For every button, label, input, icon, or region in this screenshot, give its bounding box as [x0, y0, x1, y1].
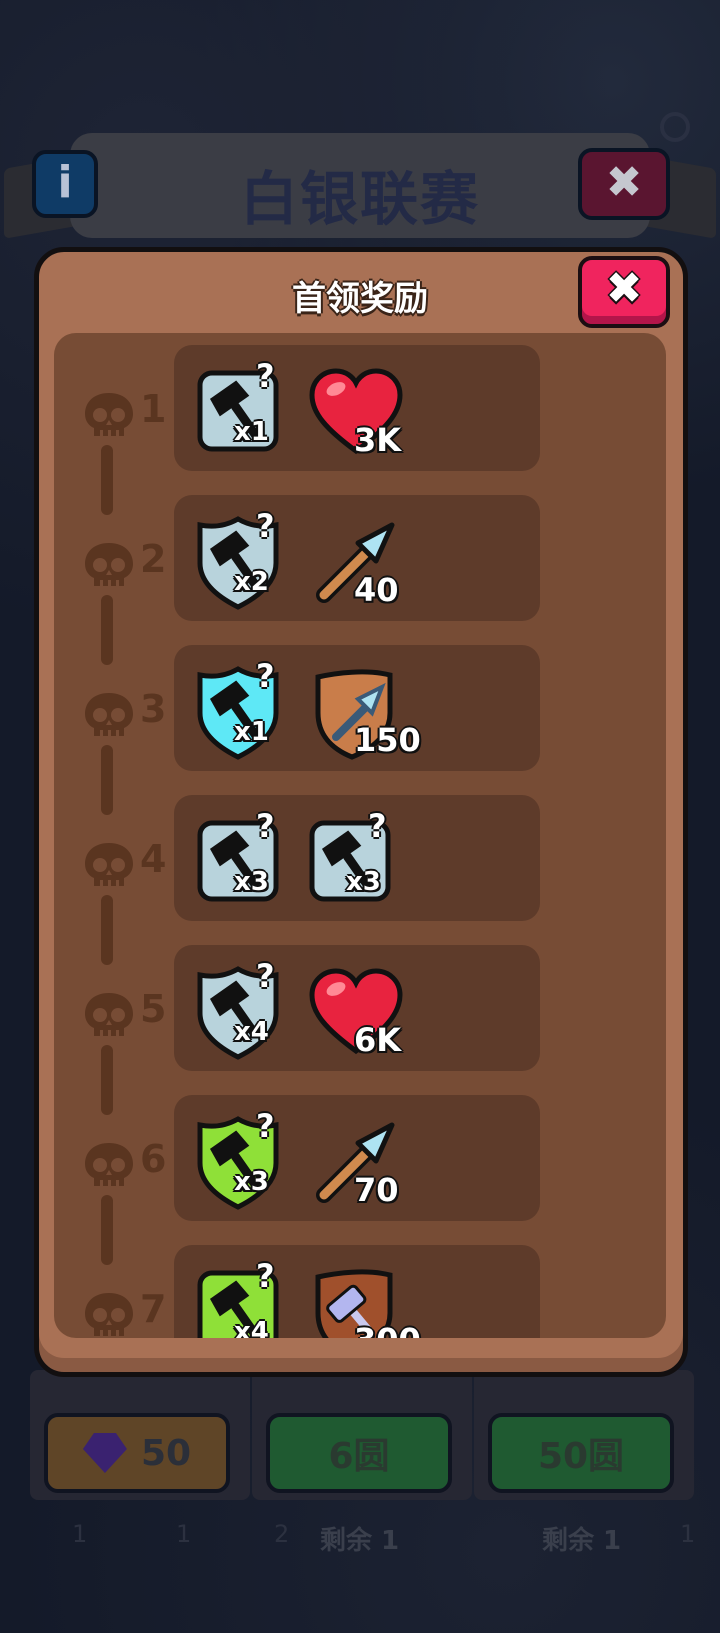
reward-quantity: 300 — [354, 1321, 421, 1338]
reward-quantity: x1 — [234, 717, 269, 747]
shop-buy-button[interactable]: 50圆 — [488, 1413, 674, 1493]
skull-icon — [82, 991, 136, 1039]
shop-price: 50圆 — [537, 1436, 625, 1477]
skull-icon — [82, 1141, 136, 1189]
tier-number: 2 — [140, 537, 167, 581]
tier-number: 7 — [140, 1287, 167, 1331]
hammer-crate-icon[interactable]: ? x1 — [194, 357, 294, 463]
close-button[interactable]: ✖ — [578, 256, 670, 328]
reward-quantity: 40 — [354, 571, 399, 609]
reward-quantity: x3 — [346, 867, 381, 897]
question-mark-icon: ? — [256, 357, 275, 395]
reward-quantity: x3 — [234, 867, 269, 897]
arrow-icon[interactable]: 40 — [306, 513, 406, 613]
footer-number: 1 — [72, 1520, 88, 1548]
question-mark-icon: ? — [256, 657, 275, 695]
close-icon: ✖ — [605, 263, 643, 314]
skull-icon — [82, 391, 136, 439]
tier-number: 4 — [140, 837, 167, 881]
tier-number: 5 — [140, 987, 167, 1031]
reward-quantity: x4 — [234, 1317, 269, 1338]
footer-number: 2 — [274, 1520, 290, 1548]
hammer-crate-icon[interactable]: ? x1 — [194, 657, 294, 763]
heart-icon[interactable]: 6K — [306, 963, 406, 1063]
reward-box: ? x3 70 — [174, 1095, 540, 1221]
footer-number: 1 — [176, 1520, 192, 1548]
reward-quantity: 70 — [354, 1171, 399, 1209]
reward-quantity: x2 — [234, 567, 269, 597]
question-mark-icon: ? — [256, 1107, 275, 1145]
search-icon — [660, 112, 690, 142]
tier-row: 1? x1 3K — [54, 345, 666, 475]
question-mark-icon: ? — [256, 807, 275, 845]
skull-icon — [82, 691, 136, 739]
reward-box: ? x4 6K — [174, 945, 540, 1071]
hammer-crate-icon[interactable]: ? x3 — [194, 807, 294, 913]
tier-row: 7? x4 300 — [54, 1245, 666, 1338]
heart-icon[interactable]: 3K — [306, 363, 406, 463]
tier-row: 5? x4 6K — [54, 945, 666, 1075]
reward-quantity: x4 — [234, 1017, 269, 1047]
remaining-label: 剩余 1 — [320, 1526, 400, 1556]
footer-number: 1 — [680, 1520, 696, 1548]
reward-quantity: 150 — [354, 721, 421, 759]
tier-row: 6? x3 70 — [54, 1095, 666, 1225]
arrow-shield-icon[interactable]: 150 — [306, 663, 421, 763]
league-close-button[interactable]: ✖ — [578, 148, 670, 220]
hammer-crate-icon[interactable]: ? x3 — [306, 807, 406, 913]
question-mark-icon: ? — [368, 807, 387, 845]
shop-price: 50 — [140, 1432, 192, 1474]
tier-row: 2? x2 40 — [54, 495, 666, 625]
reward-quantity: x3 — [234, 1167, 269, 1197]
skull-icon — [82, 1291, 136, 1338]
reward-box: ? x1 3K — [174, 345, 540, 471]
tier-number: 3 — [140, 687, 167, 731]
info-button[interactable]: i — [32, 150, 98, 218]
question-mark-icon: ? — [256, 507, 275, 545]
tier-row: 3? x1 150 — [54, 645, 666, 775]
reward-quantity: 6K — [354, 1021, 402, 1059]
question-mark-icon: ? — [256, 1257, 275, 1295]
shop-gem-button[interactable]: 50 — [44, 1413, 230, 1493]
remaining-label: 剩余 1 — [542, 1526, 622, 1556]
gem-icon — [82, 1433, 127, 1473]
reward-box: ? x2 40 — [174, 495, 540, 621]
hammer-crate-icon[interactable]: ? x4 — [194, 957, 294, 1063]
question-mark-icon: ? — [256, 957, 275, 995]
shop-buy-button[interactable]: 6圆 — [266, 1413, 452, 1493]
tier-number: 1 — [140, 387, 167, 431]
reward-box: ? x1 150 — [174, 645, 540, 771]
hammer-crate-icon[interactable]: ? x2 — [194, 507, 294, 613]
reward-quantity: 3K — [354, 421, 402, 459]
reward-quantity: x1 — [234, 417, 269, 447]
reward-list[interactable]: 1? x1 3K 2? x2 40 3? x1 150 4? x3? x3 5? x4 6K 6? x3 70 7?… — [54, 333, 666, 1338]
shop-price: 6圆 — [328, 1436, 390, 1477]
hammer-shield-icon[interactable]: 300 — [306, 1263, 421, 1338]
tier-number: 6 — [140, 1137, 167, 1181]
arrow-icon[interactable]: 70 — [306, 1113, 406, 1213]
hammer-crate-icon[interactable]: ? x3 — [194, 1107, 294, 1213]
reward-box: ? x3? x3 — [174, 795, 540, 921]
skull-icon — [82, 841, 136, 889]
skull-icon — [82, 541, 136, 589]
hammer-crate-icon[interactable]: ? x4 — [194, 1257, 294, 1338]
tier-row: 4? x3? x3 — [54, 795, 666, 925]
reward-box: ? x4 300 — [174, 1245, 540, 1338]
